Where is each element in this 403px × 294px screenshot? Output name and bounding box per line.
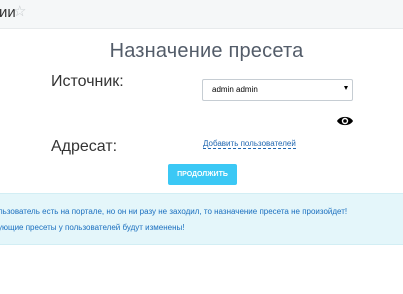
continue-button[interactable]: ПРОДОЛЖИТЬ <box>168 164 237 185</box>
caret-down-icon <box>344 86 348 90</box>
target-label: Адресат: <box>51 138 118 155</box>
dialog-title: Назначение пресета <box>109 40 304 62</box>
notice-line: льзователь есть на портале, но он ни раз… <box>0 207 348 216</box>
page-header: ии ☆ <box>0 0 403 28</box>
source-select[interactable]: admin admin <box>202 79 353 101</box>
notice-banner: льзователь есть на портале, но он ни раз… <box>0 193 403 245</box>
header-divider <box>0 28 403 29</box>
source-label: Источник: <box>51 73 124 90</box>
source-select-value: admin admin <box>212 85 258 94</box>
star-icon[interactable]: ☆ <box>13 4 26 19</box>
eye-icon[interactable] <box>336 114 354 128</box>
add-users-link[interactable]: Добавить пользователей <box>203 139 296 149</box>
notice-line: ующие пресеты у пользователей будут изме… <box>0 223 185 232</box>
